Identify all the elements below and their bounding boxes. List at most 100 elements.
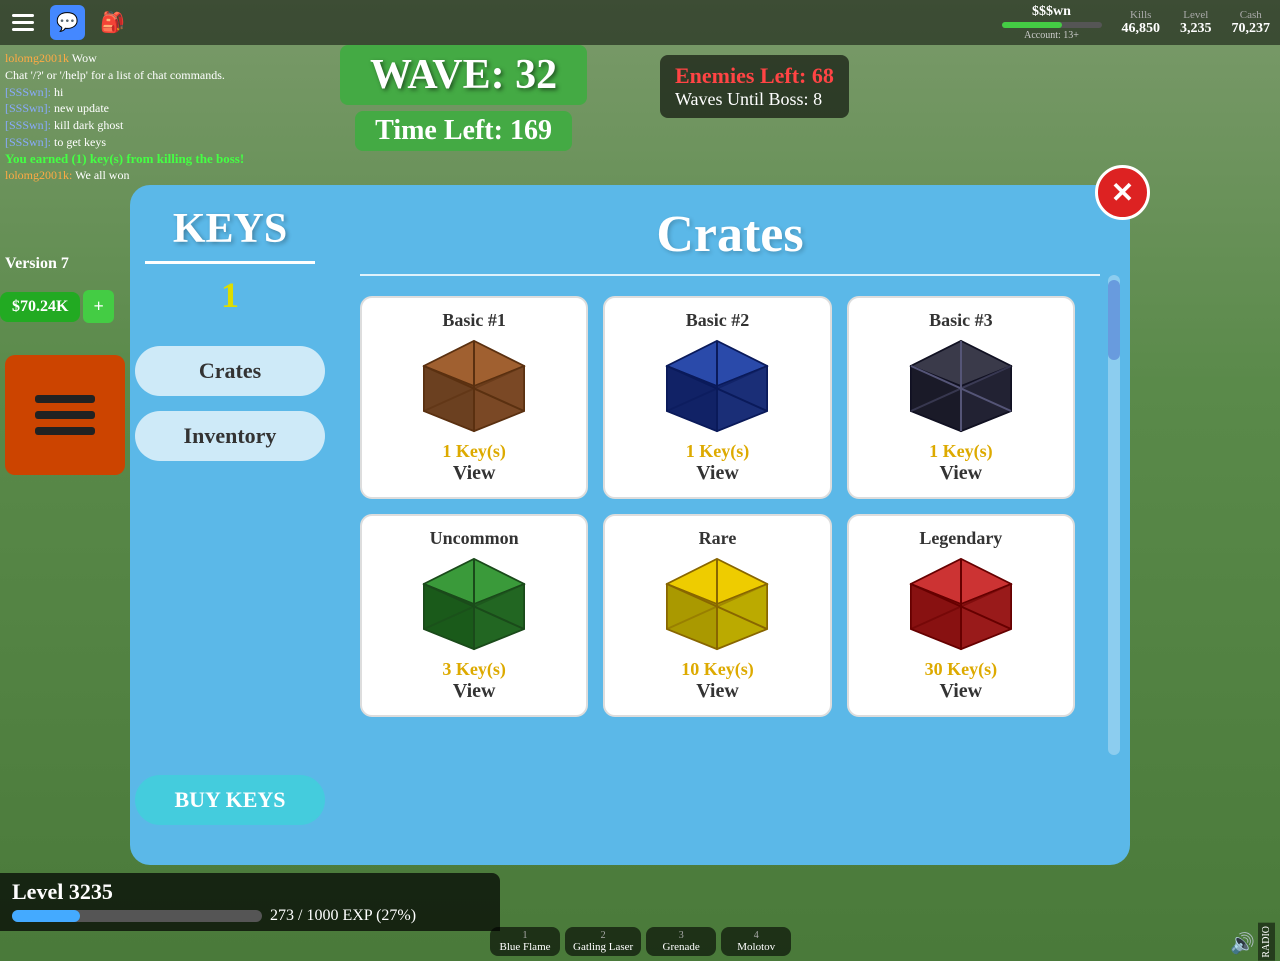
crate-card-legendary[interactable]: Legendary 30 Key(s) View: [847, 514, 1075, 717]
scroll-thumb: [1108, 280, 1120, 360]
kills-stat: Kills 46,850: [1122, 9, 1161, 37]
weapon-name-3: Grenade: [654, 941, 708, 953]
money-badge: $70.24K: [0, 292, 80, 322]
top-hud: 💬 🎒 $$$wn Account: 13+ Kills 46,850 Leve…: [0, 0, 1280, 45]
crate-name-basic2: Basic #2: [617, 310, 817, 331]
crate-keys-uncommon: 3 Key(s): [374, 659, 574, 680]
crate-view-legendary[interactable]: View: [861, 680, 1061, 703]
wave-title: WAVE: 32: [340, 45, 587, 105]
crate-view-basic3[interactable]: View: [861, 462, 1061, 485]
chat-line-1: lolomg2001k Wow: [5, 50, 335, 67]
exp-text: 273 / 1000 EXP (27%): [270, 907, 416, 925]
account-label: Account: 13+: [1002, 30, 1102, 41]
level-text: Level 3235: [12, 879, 488, 905]
chat-username-5: [SSSwn]:: [5, 118, 54, 132]
level-label: Level: [1180, 9, 1212, 21]
chat-icon[interactable]: 💬: [50, 5, 85, 40]
crate-view-uncommon[interactable]: View: [374, 680, 574, 703]
timer-value: 169: [510, 115, 552, 146]
slot-num-2: 2: [573, 930, 633, 941]
chat-username-6: [SSSwn]:: [5, 135, 54, 149]
chat-username-1: lolomg2001k: [5, 51, 72, 65]
weapon-slot-3[interactable]: 3 Grenade: [646, 927, 716, 956]
buy-keys-button[interactable]: BUY KEYS: [135, 775, 325, 825]
enemies-panel: Enemies Left: 68 Waves Until Boss: 8: [660, 55, 849, 118]
chat-line-6: [SSSwn]: to get keys: [5, 134, 335, 151]
weapon-name-1: Blue Flame: [498, 941, 552, 953]
weapon-name-4: Molotov: [729, 941, 783, 953]
waves-boss: Waves Until Boss: 8: [675, 89, 834, 110]
crate-keys-basic2: 1 Key(s): [617, 441, 817, 462]
bottom-hud: Level 3235 273 / 1000 EXP (27%) 1 Blue F…: [0, 886, 1280, 961]
hamburger-line-2: [35, 411, 95, 419]
won-text: We all won: [75, 168, 129, 182]
close-button[interactable]: ✕: [1095, 165, 1150, 220]
chat-line-3: [SSSwn]: hi: [5, 84, 335, 101]
level-value: 3,235: [1180, 21, 1212, 37]
won-message: lolomg2001k: We all won: [5, 167, 335, 184]
crate-card-basic1[interactable]: Basic #1 1 Key(s) View: [360, 296, 588, 499]
crate-name-rare: Rare: [617, 528, 817, 549]
sidebar-hamburger-icon[interactable]: [5, 355, 125, 475]
radio-text: RADIO: [1258, 923, 1275, 961]
crate-visual-basic2: [657, 336, 777, 436]
wave-timer: Time Left: 169: [355, 111, 572, 151]
crate-visual-basic3: [901, 336, 1021, 436]
crate-view-basic1[interactable]: View: [374, 462, 574, 485]
wave-panel: WAVE: 32 Time Left: 169: [340, 45, 587, 151]
enemies-left-value: 68: [812, 63, 834, 88]
crate-card-uncommon[interactable]: Uncommon 3 Key(s) View: [360, 514, 588, 717]
account-info: $$$wn Account: 13+: [1002, 4, 1102, 41]
exp-bar-fill: [12, 910, 80, 922]
level-stat: Level 3,235: [1180, 9, 1212, 37]
level-bar: Level 3235 273 / 1000 EXP (27%): [0, 873, 500, 931]
crate-view-rare[interactable]: View: [617, 680, 817, 703]
cash-label: Cash: [1232, 9, 1271, 21]
chat-line-5: [SSSwn]: kill dark ghost: [5, 117, 335, 134]
chat-username-4: [SSSwn]:: [5, 101, 54, 115]
won-username: lolomg2001k:: [5, 168, 75, 182]
crates-modal: ✕ KEYS 1 Crates Inventory BUY KEYS Crate…: [130, 185, 1130, 865]
crate-keys-rare: 10 Key(s): [617, 659, 817, 680]
volume-icon[interactable]: 🔊: [1230, 931, 1255, 956]
crate-visual-uncommon: [414, 554, 534, 654]
chat-text-6: to get keys: [54, 135, 106, 149]
version-text: Version 7: [5, 255, 69, 273]
crate-card-basic3[interactable]: Basic #3 1 Key(s) View: [847, 296, 1075, 499]
crate-visual-legendary: [901, 554, 1021, 654]
menu-icon[interactable]: [5, 5, 40, 40]
money-plus[interactable]: +: [83, 290, 113, 323]
chat-text-4: new update: [54, 101, 109, 115]
kills-label: Kills: [1122, 9, 1161, 21]
crate-name-legendary: Legendary: [861, 528, 1061, 549]
crate-keys-basic3: 1 Key(s): [861, 441, 1061, 462]
modal-divider: [360, 274, 1100, 276]
weapon-slots: 1 Blue Flame 2 Gatling Laser 3 Grenade 4…: [490, 927, 791, 956]
modal-right-panel: Crates Basic #1: [330, 185, 1130, 865]
chat-text-2: Chat '/?' or '/help' for a list of chat …: [5, 68, 225, 82]
kills-value: 46,850: [1122, 21, 1161, 37]
chat-text-5: kill dark ghost: [54, 118, 123, 132]
weapon-slot-2[interactable]: 2 Gatling Laser: [565, 927, 641, 956]
bag-icon[interactable]: 🎒: [95, 5, 130, 40]
chat-text-3: hi: [54, 85, 63, 99]
hamburger-line-1: [35, 395, 95, 403]
weapon-slot-1[interactable]: 1 Blue Flame: [490, 927, 560, 956]
chat-line-2: Chat '/?' or '/help' for a list of chat …: [5, 67, 335, 84]
chat-line-4: [SSSwn]: new update: [5, 100, 335, 117]
crate-card-basic2[interactable]: Basic #2 1 Key(s) View: [603, 296, 831, 499]
crate-visual-basic1: [414, 336, 534, 436]
scroll-indicator[interactable]: [1108, 275, 1120, 755]
slot-num-1: 1: [498, 930, 552, 941]
chat-username-3: [SSSwn]:: [5, 85, 54, 99]
nav-inventory-button[interactable]: Inventory: [135, 411, 325, 461]
crate-card-rare[interactable]: Rare 10 Key(s) View: [603, 514, 831, 717]
weapon-name-2: Gatling Laser: [573, 941, 633, 953]
keys-title: KEYS: [145, 205, 315, 264]
cash-value: 70,237: [1232, 21, 1271, 37]
crate-view-basic2[interactable]: View: [617, 462, 817, 485]
crate-name-uncommon: Uncommon: [374, 528, 574, 549]
nav-crates-button[interactable]: Crates: [135, 346, 325, 396]
weapon-slot-4[interactable]: 4 Molotov: [721, 927, 791, 956]
exp-bar-bg: [12, 910, 262, 922]
